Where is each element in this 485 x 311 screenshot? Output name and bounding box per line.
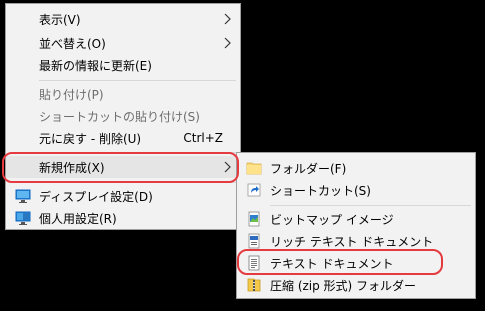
menu-item-label: ビットマップ イメージ bbox=[270, 212, 394, 227]
rich-text-icon bbox=[248, 233, 260, 249]
menu-item-paste[interactable]: 貼り付け(P) bbox=[6, 83, 240, 105]
menu-separator bbox=[39, 80, 236, 81]
display-icon bbox=[15, 189, 31, 203]
submenu-item-bitmap[interactable]: ビットマップ イメージ bbox=[237, 208, 475, 230]
menu-item-label: 元に戻す - 削除(U) bbox=[39, 131, 142, 146]
menu-item-display-settings[interactable]: ディスプレイ設定(D) bbox=[6, 185, 240, 207]
menu-item-shortcut: Ctrl+Z bbox=[183, 131, 223, 145]
bitmap-icon bbox=[248, 211, 260, 227]
menu-item-label: 並べ替え(O) bbox=[39, 36, 106, 51]
new-submenu: フォルダー(F) ショートカット(S) ビットマップ イメージ リッチ テキスト… bbox=[236, 152, 476, 299]
menu-item-label: ショートカットの貼り付け(S) bbox=[39, 109, 200, 124]
menu-item-personalize[interactable]: 個人用設定(R) bbox=[6, 207, 240, 229]
submenu-item-shortcut[interactable]: ショートカット(S) bbox=[237, 179, 475, 201]
menu-item-label: ディスプレイ設定(D) bbox=[39, 189, 153, 204]
folder-icon bbox=[246, 162, 262, 175]
chevron-right-icon bbox=[224, 37, 231, 49]
menu-item-label: フォルダー(F) bbox=[270, 161, 347, 176]
menu-item-label: 貼り付け(P) bbox=[39, 87, 104, 102]
menu-item-label: 圧縮 (zip 形式) フォルダー bbox=[270, 278, 417, 293]
zip-folder-icon bbox=[247, 278, 261, 292]
menu-item-paste-shortcut[interactable]: ショートカットの貼り付け(S) bbox=[6, 105, 240, 127]
shortcut-icon bbox=[247, 183, 261, 197]
menu-separator bbox=[270, 205, 471, 206]
menu-item-undo-delete[interactable]: 元に戻す - 削除(U) Ctrl+Z bbox=[6, 127, 240, 149]
menu-item-refresh[interactable]: 最新の情報に更新(E) bbox=[6, 54, 240, 76]
highlight-new-item bbox=[2, 152, 239, 183]
highlight-text-document bbox=[237, 249, 443, 275]
chevron-right-icon bbox=[224, 13, 231, 25]
menu-item-label: リッチ テキスト ドキュメント bbox=[270, 234, 434, 249]
submenu-item-folder[interactable]: フォルダー(F) bbox=[237, 157, 475, 179]
submenu-item-zip-folder[interactable]: 圧縮 (zip 形式) フォルダー bbox=[237, 274, 475, 296]
menu-item-sort[interactable]: 並べ替え(O) bbox=[6, 32, 240, 54]
desktop-context-menu: 表示(V) 並べ替え(O) 最新の情報に更新(E) 貼り付け(P) ショートカッ… bbox=[5, 3, 241, 230]
menu-item-label: 最新の情報に更新(E) bbox=[39, 58, 152, 73]
menu-item-label: 個人用設定(R) bbox=[39, 211, 117, 226]
menu-item-label: ショートカット(S) bbox=[270, 183, 371, 198]
menu-item-view[interactable]: 表示(V) bbox=[6, 8, 240, 30]
personalize-icon bbox=[15, 211, 31, 225]
menu-item-label: 表示(V) bbox=[39, 12, 81, 27]
